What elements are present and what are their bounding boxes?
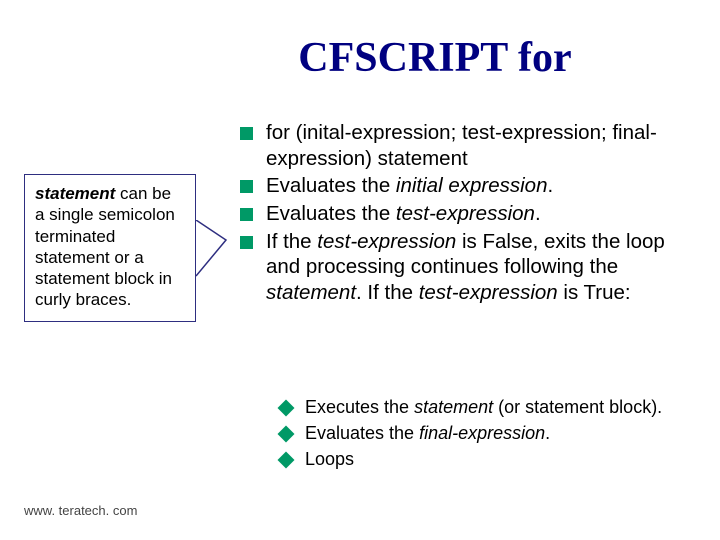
sub-bullet-item: Executes the statement (or statement blo… [280, 396, 680, 419]
square-bullet-icon [240, 127, 253, 140]
callout-box: statement can be a single semicolon term… [24, 174, 196, 322]
bullet-item: If the test-expression is False, exits t… [240, 229, 680, 306]
sub-bullet-text: Executes the statement (or statement blo… [305, 396, 680, 419]
diamond-bullet-icon [278, 400, 295, 417]
square-bullet-icon [240, 180, 253, 193]
sub-bullet-item: Evaluates the final-expression. [280, 422, 680, 445]
diamond-bullet-icon [278, 452, 295, 469]
bullet-item: Evaluates the initial expression. [240, 173, 680, 199]
bullet-item: for (inital-expression; test-expression;… [240, 120, 680, 171]
sub-bullet-item: Loops [280, 448, 680, 471]
slide-title: CFSCRIPT for [0, 0, 720, 82]
callout-pointer [196, 220, 242, 280]
footer-url: www. teratech. com [24, 503, 137, 518]
bullet-text: If the test-expression is False, exits t… [266, 229, 680, 306]
bullet-text: Evaluates the test-expression. [266, 201, 680, 227]
diamond-bullet-icon [278, 426, 295, 443]
sub-bullet-text: Loops [305, 448, 680, 471]
sub-bullet-list: Executes the statement (or statement blo… [280, 396, 680, 474]
square-bullet-icon [240, 208, 253, 221]
callout-lead: statement [35, 184, 115, 203]
sub-bullet-text: Evaluates the final-expression. [305, 422, 680, 445]
slide-content: statement can be a single semicolon term… [0, 120, 720, 540]
square-bullet-icon [240, 236, 253, 249]
bullet-text: for (inital-expression; test-expression;… [266, 120, 680, 171]
bullet-item: Evaluates the test-expression. [240, 201, 680, 227]
bullet-list: for (inital-expression; test-expression;… [240, 120, 680, 307]
bullet-text: Evaluates the initial expression. [266, 173, 680, 199]
